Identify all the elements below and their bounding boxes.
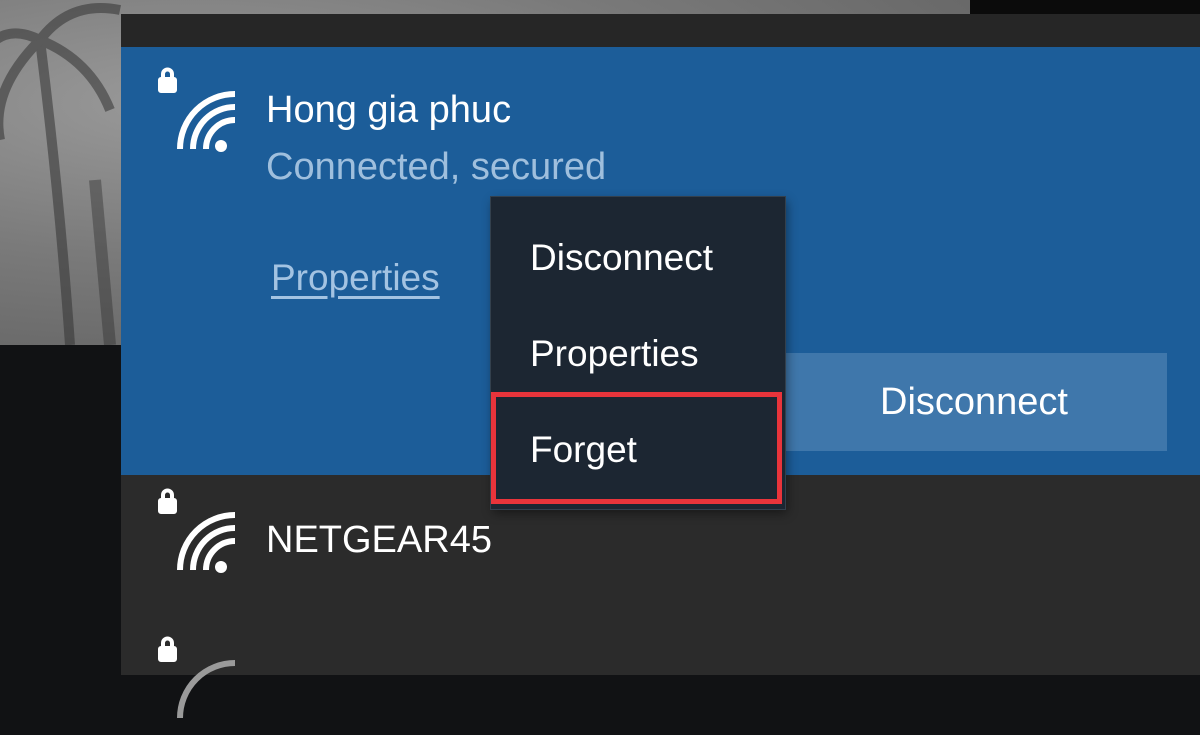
wifi-secured-icon	[158, 67, 235, 152]
menu-item-label: Disconnect	[530, 237, 714, 278]
menu-item-label: Properties	[530, 333, 699, 374]
network-name: NETGEAR45	[266, 519, 492, 561]
window-edge	[970, 0, 1200, 14]
context-menu: Disconnect Properties Forget	[491, 197, 785, 509]
menu-item-label: Forget	[530, 429, 637, 470]
network-status: Connected, secured	[266, 146, 607, 188]
properties-link[interactable]: Properties	[271, 257, 440, 299]
wifi-secured-icon	[158, 636, 235, 719]
disconnect-button[interactable]: Disconnect	[721, 353, 1167, 451]
disconnect-button-label: Disconnect	[880, 380, 1068, 423]
menu-item-properties[interactable]: Properties	[491, 309, 785, 399]
wifi-secured-icon	[158, 488, 235, 573]
flyout-top-bar	[121, 14, 1200, 47]
menu-item-forget[interactable]: Forget	[491, 405, 785, 495]
network-item[interactable]	[121, 625, 1200, 735]
network-name: Hong gia phuc	[266, 89, 512, 131]
menu-item-disconnect[interactable]: Disconnect	[491, 213, 785, 303]
